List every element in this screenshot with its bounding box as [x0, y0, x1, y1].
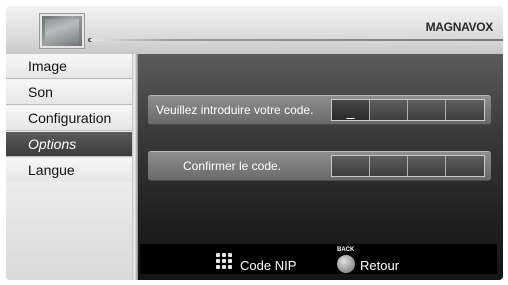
confirm-code-input[interactable] — [331, 155, 485, 177]
enter-code-digit-4[interactable] — [446, 100, 484, 120]
enter-code-label: Veuillez introduire votre code. — [156, 103, 314, 117]
menu-item-options[interactable]: Options — [6, 132, 136, 157]
keypad-icon — [216, 253, 232, 269]
confirm-code-label: Confirmer le code. — [183, 159, 282, 173]
confirm-code-digit-4[interactable] — [446, 156, 484, 176]
tv-menu-screen: MAGNAVOX Image Son Configuration Options… — [6, 6, 503, 280]
menu-empty-area — [6, 182, 136, 280]
enter-code-input[interactable]: _ — [331, 99, 485, 121]
enter-code-digit-2[interactable] — [370, 100, 408, 120]
menu-item-langue[interactable]: Langue — [6, 158, 136, 183]
bottom-hint-bar — [140, 244, 497, 274]
confirm-code-digit-1[interactable] — [332, 156, 370, 176]
menu-item-image[interactable]: Image — [6, 54, 136, 79]
tv-screen-icon — [39, 13, 85, 49]
confirm-code-digit-3[interactable] — [408, 156, 446, 176]
confirm-code-row[interactable]: Confirmer le code. — [148, 151, 491, 181]
return-hint: Retour — [360, 258, 400, 273]
enter-code-digit-1[interactable]: _ — [332, 100, 370, 120]
header: MAGNAVOX — [6, 6, 503, 54]
confirm-code-digit-2[interactable] — [370, 156, 408, 176]
enter-code-row[interactable]: Veuillez introduire votre code. _ — [148, 95, 491, 125]
side-menu: Image Son Configuration Options Langue — [6, 54, 136, 280]
back-key-label: BACK — [337, 247, 355, 253]
pin-code-hint: Code NIP — [240, 258, 297, 273]
enter-code-digit-3[interactable] — [408, 100, 446, 120]
back-button-icon[interactable] — [337, 255, 355, 273]
menu-item-configuration[interactable]: Configuration — [6, 106, 136, 131]
header-divider — [90, 39, 503, 41]
brand-logo: MAGNAVOX — [425, 20, 494, 34]
panel-divider — [132, 54, 138, 280]
menu-item-son[interactable]: Son — [6, 80, 136, 105]
